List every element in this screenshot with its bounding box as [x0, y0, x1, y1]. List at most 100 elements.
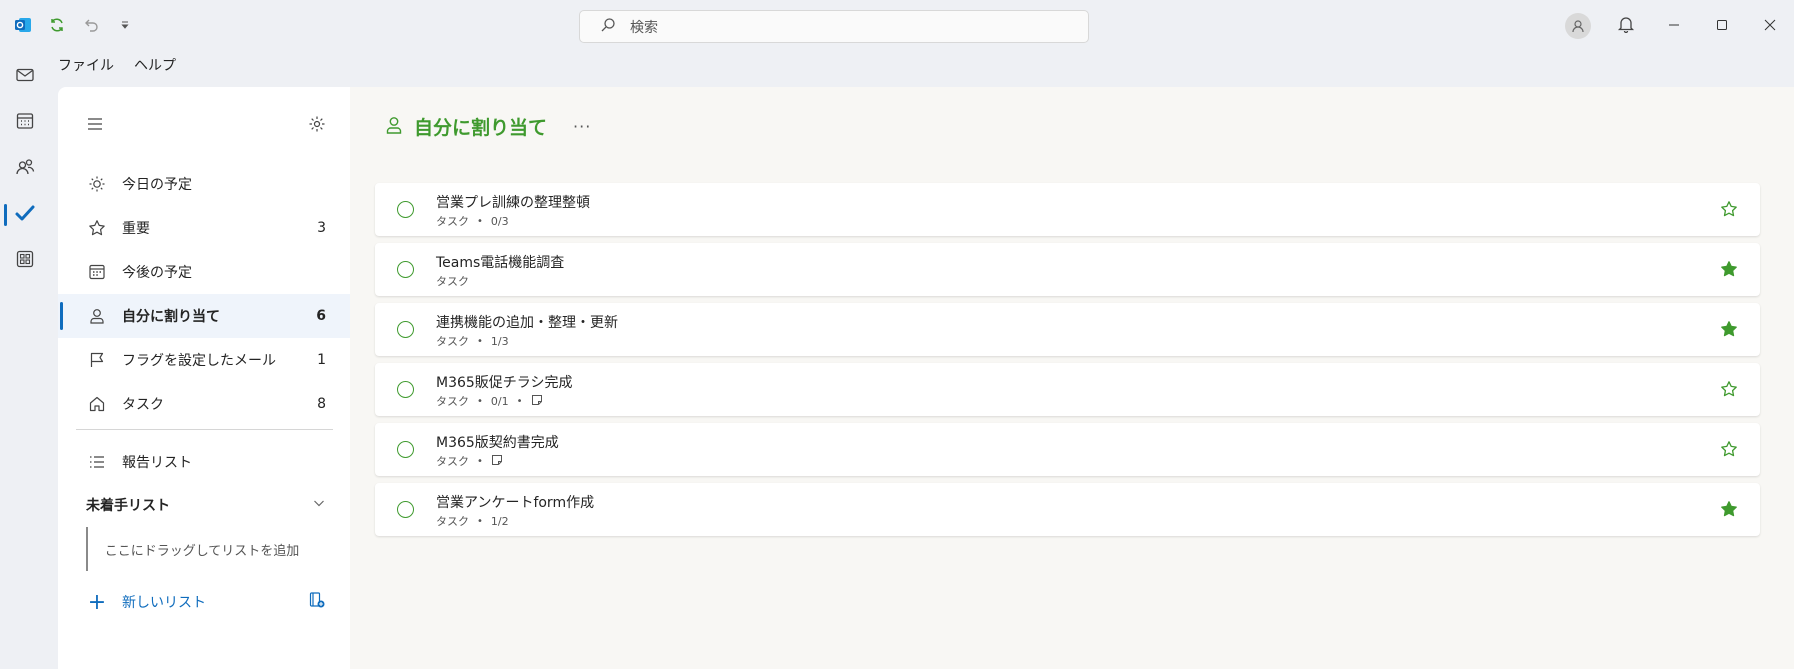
nav-item-flagged-email[interactable]: フラグを設定したメール 1 [58, 338, 350, 382]
task-list-name: タスク [436, 215, 469, 228]
separator-dot: • [477, 515, 483, 527]
task-meta: タスク • 1/3 [436, 333, 509, 349]
task-list-name: タスク [436, 335, 469, 348]
bell-icon [1617, 15, 1635, 37]
people-icon [15, 157, 35, 181]
task-row[interactable]: M365版契約書完成 タスク • [375, 423, 1760, 476]
settings-gear-icon[interactable] [308, 115, 326, 137]
new-list-button[interactable]: + 新しいリスト [86, 587, 326, 617]
complete-task-checkbox[interactable] [397, 441, 414, 458]
list-icon [86, 451, 108, 473]
group-drop-zone[interactable]: ここにドラッグしてリストを追加 [86, 527, 306, 571]
complete-task-checkbox[interactable] [397, 381, 414, 398]
nav-item-my-day[interactable]: 今日の予定 [58, 162, 350, 206]
app-rail [0, 52, 50, 669]
nav-item-planned[interactable]: 今後の予定 [58, 250, 350, 294]
new-group-icon[interactable] [308, 591, 326, 613]
list-group-header[interactable]: 未着手リスト [86, 495, 326, 515]
nav-item-count: 6 [316, 308, 326, 324]
task-meta: タスク • 0/3 [436, 213, 509, 229]
avatar [1565, 13, 1591, 39]
task-title: 営業アンケートform作成 [436, 495, 595, 511]
complete-task-checkbox[interactable] [397, 201, 414, 218]
list-item-report[interactable]: 報告リスト [58, 440, 350, 484]
task-row[interactable]: M365販促チラシ完成 タスク • 0/1 • [375, 363, 1760, 416]
nav-item-important[interactable]: 重要 3 [58, 206, 350, 250]
task-step-progress: 0/3 [490, 214, 509, 228]
maximize-button[interactable] [1698, 8, 1746, 44]
complete-task-checkbox[interactable] [397, 321, 414, 338]
account-button[interactable] [1554, 8, 1602, 44]
nav-item-label: 今日の予定 [122, 177, 192, 193]
chevron-down-icon[interactable] [312, 496, 326, 514]
task-list-name: タスク [436, 455, 469, 468]
hamburger-menu-icon[interactable] [86, 115, 104, 137]
sidebar: 今日の予定 重要 3 今後の予定 自分に割り当て 6 フラグを設定したメール 1… [58, 87, 350, 669]
task-row[interactable]: 連携機能の追加・整理・更新 タスク • 1/3 [375, 303, 1760, 356]
mail-icon [15, 65, 35, 89]
star-icon[interactable] [1718, 438, 1740, 460]
star-icon [86, 217, 108, 239]
outlook-logo-icon [12, 14, 34, 36]
star-filled-icon[interactable] [1718, 318, 1740, 340]
drop-hint-text: ここにドラッグしてリストを追加 [104, 543, 300, 559]
rail-todo[interactable] [0, 192, 50, 238]
task-step-progress: 0/1 [490, 394, 509, 408]
rail-mail[interactable] [0, 54, 50, 100]
complete-task-checkbox[interactable] [397, 261, 414, 278]
nav-item-count: 1 [317, 352, 326, 368]
flag-icon [86, 349, 108, 371]
undo-icon[interactable] [80, 14, 102, 36]
calendar-icon [86, 261, 108, 283]
notifications-button[interactable] [1602, 8, 1650, 44]
nav-item-tasks[interactable]: タスク 8 [58, 382, 350, 426]
todo-app: 検索 ファイル ヘルプ 今日の予定 重要 3 今後の予定 自分に割り当て 6 フ… [0, 0, 1794, 669]
search-placeholder: 検索 [630, 19, 658, 36]
more-options-button[interactable]: ··· [573, 117, 591, 136]
task-meta: タスク • 0/1 • [436, 393, 543, 409]
star-filled-icon[interactable] [1718, 258, 1740, 280]
task-title: M365版契約書完成 [436, 435, 559, 451]
apps-icon [15, 249, 35, 273]
complete-task-checkbox[interactable] [397, 501, 414, 518]
task-row[interactable]: 営業プレ訓練の整理整頓 タスク • 0/3 [375, 183, 1760, 236]
task-list-name: タスク [436, 275, 469, 288]
customize-toolbar-icon[interactable] [114, 14, 136, 36]
close-button[interactable] [1746, 8, 1794, 44]
star-filled-icon[interactable] [1718, 498, 1740, 520]
menu-file[interactable]: ファイル [58, 55, 114, 75]
task-title: Teams電話機能調査 [436, 255, 565, 271]
plus-icon: + [87, 589, 107, 615]
star-icon[interactable] [1718, 378, 1740, 400]
task-step-progress: 1/3 [490, 334, 509, 348]
todo-check-icon [14, 202, 36, 228]
maximize-icon [1716, 17, 1728, 35]
home-icon [86, 393, 108, 415]
task-row[interactable]: 営業アンケートform作成 タスク • 1/2 [375, 483, 1760, 536]
task-row[interactable]: Teams電話機能調査 タスク [375, 243, 1760, 296]
separator-dot: • [516, 395, 523, 407]
minimize-button[interactable] [1650, 8, 1698, 44]
sidebar-header [86, 115, 326, 137]
task-list: 営業プレ訓練の整理整頓 タスク • 0/3 Teams電話機能調査 タスク 連携機能の追加・… [375, 183, 1760, 543]
person-icon [86, 305, 108, 327]
separator-dot: • [477, 335, 483, 347]
nav-item-assigned-to-me[interactable]: 自分に割り当て 6 [58, 294, 350, 338]
sync-icon[interactable] [46, 14, 68, 36]
menu-bar: ファイル ヘルプ [58, 55, 176, 75]
task-title: M365販促チラシ完成 [436, 375, 573, 391]
person-icon [384, 115, 404, 139]
list-group-title: 未着手リスト [86, 498, 170, 514]
new-list-label: 新しいリスト [122, 595, 206, 611]
menu-help[interactable]: ヘルプ [134, 55, 176, 75]
separator-dot: • [477, 395, 483, 407]
search-box[interactable]: 検索 [579, 10, 1089, 43]
rail-people[interactable] [0, 146, 50, 192]
star-icon[interactable] [1718, 198, 1740, 220]
nav-item-count: 3 [317, 220, 326, 236]
rail-apps[interactable] [0, 238, 50, 284]
close-icon [1764, 17, 1776, 35]
rail-calendar[interactable] [0, 100, 50, 146]
nav-item-label: タスク [122, 397, 164, 413]
minimize-icon [1668, 17, 1680, 35]
